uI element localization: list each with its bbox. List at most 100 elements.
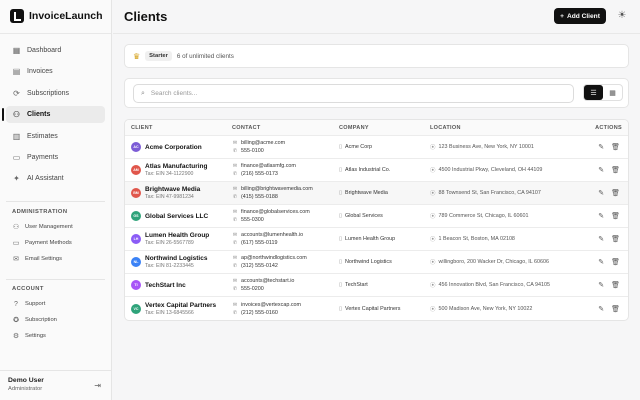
client-name[interactable]: Lumen Health Group [145,232,209,239]
mail-icon: ✉ [13,256,19,263]
table-row[interactable]: LH Lumen Health Group Tax: EIN 26-5567789 ✉… [125,228,628,251]
grid-icon: ▦ [12,46,21,55]
add-client-button[interactable]: + Add Client [554,8,606,24]
edit-icon[interactable]: ✎ [598,166,604,174]
edit-icon[interactable]: ✎ [598,258,604,266]
plan-usage-text: 6 of unlimited clients [176,52,234,60]
sidebar-item-user-management[interactable]: ⚇ User Management [6,220,105,234]
view-toggle: ☰ ▦ [583,84,623,101]
table-row[interactable]: NL Northwind Logistics Tax: EIN 81-2233445… [125,251,628,274]
contact-phone: ✆ (617) 555-0119 [232,239,339,247]
client-tax-id: Tax: EIN 34-1122900 [145,171,194,177]
client-name[interactable]: Vertex Capital Partners [145,302,216,309]
sidebar-item-estimates[interactable]: ▥ Estimates [6,128,105,145]
edit-icon[interactable]: ✎ [598,305,604,313]
map-pin-icon: ⦿ [430,145,436,151]
actions-cell: ✎ 🗑 [593,258,628,266]
user-name: Demo User [8,377,44,384]
table-row[interactable]: TI TechStart Inc ✉ accounts@techstart.io ✆ 55… [125,274,628,297]
table-row[interactable]: BM Brightwave Media Tax: EIN 47-9981234 ✉ bi… [125,182,628,205]
column-header-actions: ACTIONS [595,124,622,131]
table-row[interactable]: AC Acme Corporation ✉ billing@acme.com ✆ 555-… [125,136,628,159]
location-cell: ⦿ 4500 Industrial Pkwy, Cleveland, OH 441… [430,166,593,174]
contact-cell: ✉ accounts@lumenhealth.io ✆ (617) 555-0119 [232,231,339,247]
sidebar-item-clients[interactable]: ⚇ Clients [6,106,105,124]
client-info: TechStart Inc [145,282,186,289]
grid-view-icon[interactable]: ▦ [603,85,622,100]
sidebar-item-label: Dashboard [27,47,62,54]
sidebar-item-subscription[interactable]: ✪ Subscription [6,313,105,327]
client-name[interactable]: Global Services LLC [145,213,208,220]
building-icon: ▯ [339,190,343,196]
sidebar-item-email-settings[interactable]: ✉ Email Settings [6,252,105,266]
table-row[interactable]: VC Vertex Capital Partners Tax: EIN 13-684… [125,297,628,320]
client-cell: GS Global Services LLC [125,211,232,221]
column-header-client: CLIENT [131,124,153,131]
location-text: 123 Business Ave, New York, NY 10001 [438,144,534,150]
sidebar-item-invoices[interactable]: ▤ Invoices [6,63,105,80]
company-cell: ▯ Brightwave Media [339,190,430,196]
actions-cell: ✎ 🗑 [593,166,628,174]
client-name[interactable]: Acme Corporation [145,144,202,151]
column-header-location: LOCATION [430,124,461,131]
edit-icon[interactable]: ✎ [598,189,604,197]
help-icon: ? [14,300,18,308]
sidebar-item-ai-assistant[interactable]: ✦ AI Assistant [6,170,105,187]
client-tax-id: Tax: EIN 47-9981234 [145,194,194,200]
trash-icon[interactable]: 🗑 [611,281,620,289]
edit-icon[interactable]: ✎ [598,235,604,243]
contact-cell: ✉ billing@brightwavemedia.com ✆ (415) 555-0… [232,185,339,201]
contact-cell: ✉ finance@globalservices.com ✆ 555-0300 [232,208,339,224]
sidebar: InvoiceLaunch ▦ Dashboard ▤ Invoices ⟳ Subscr… [0,0,112,400]
sidebar-item-payment-methods[interactable]: ▭ Payment Methods [6,236,105,250]
file-text-icon: ▥ [12,131,21,141]
contact-email: ✉ accounts@techstart.io [232,277,339,285]
trash-icon[interactable]: 🗑 [611,258,620,266]
brand[interactable]: InvoiceLaunch [10,8,103,24]
sidebar-item-support[interactable]: ? Support [6,297,105,311]
location-cell: ⦿ 500 Madison Ave, New York, NY 10022 [430,305,593,313]
plan-usage-card: ♛ Starter 6 of unlimited clients [124,44,629,68]
sidebar-item-subscriptions[interactable]: ⟳ Subscriptions [6,85,105,102]
search-input[interactable] [150,90,551,97]
trash-icon[interactable]: 🗑 [611,143,620,151]
trash-icon[interactable]: 🗑 [611,212,620,220]
theme-toggle-sun-icon[interactable]: ☀ [616,10,628,22]
sidebar-item-payments[interactable]: ▭ Payments [6,149,105,166]
trash-icon[interactable]: 🗑 [611,305,620,313]
company-cell: ▯ TechStart [339,282,430,288]
phone-icon: ✆ [232,148,238,154]
contact-email: ✉ billing@acme.com [232,139,339,147]
client-name[interactable]: Brightwave Media [145,186,200,193]
client-cell: LH Lumen Health Group Tax: EIN 26-5567789 [125,232,232,246]
sidebar-item-settings[interactable]: ⚙ Settings [6,329,105,343]
sidebar-item-dashboard[interactable]: ▦ Dashboard [6,42,105,59]
main-nav: ▦ Dashboard ▤ Invoices ⟳ Subscriptions ⚇ Client… [6,42,105,192]
company: ▯ Vertex Capital Partners [339,306,430,312]
mail-icon: ✉ [232,278,238,284]
search-box[interactable]: ⌕ [133,84,574,103]
trash-icon[interactable]: 🗑 [611,166,620,174]
contact-phone: ✆ 555-0300 [232,216,339,224]
table-row[interactable]: AM Atlas Manufacturing Tax: EIN 34-1122900… [125,159,628,182]
location: ⦿ willingboro, 200 Wacker Dr, Chicago, IL… [430,258,593,266]
trash-icon[interactable]: 🗑 [611,189,620,197]
edit-icon[interactable]: ✎ [598,143,604,151]
avatar: BM [131,188,141,198]
edit-icon[interactable]: ✎ [598,281,604,289]
client-cell: TI TechStart Inc [125,280,232,290]
company-name: Acme Corp [345,144,372,150]
client-name[interactable]: TechStart Inc [145,282,186,289]
client-name[interactable]: Atlas Manufacturing [145,163,207,170]
client-info: Vertex Capital Partners Tax: EIN 13-68455… [145,302,216,316]
table-body: AC Acme Corporation ✉ billing@acme.com ✆ 555-… [125,136,628,320]
list-view-icon[interactable]: ☰ [584,85,603,100]
edit-icon[interactable]: ✎ [598,212,604,220]
logout-icon[interactable]: ⇥ [94,381,101,390]
company: ▯ Global Services [339,213,430,219]
location: ⦿ 456 Innovation Blvd, San Francisco, CA … [430,281,593,289]
table-row[interactable]: GS Global Services LLC ✉ finance@globalserv… [125,205,628,228]
trash-icon[interactable]: 🗑 [611,235,620,243]
company-cell: ▯ Lumen Health Group [339,236,430,242]
client-name[interactable]: Northwind Logistics [145,255,207,262]
